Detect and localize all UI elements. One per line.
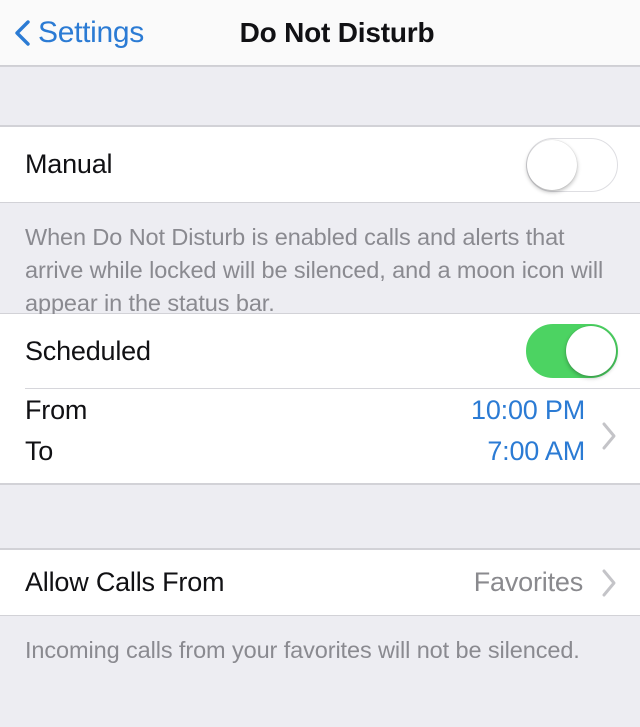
from-line: From 10:00 PM [25, 395, 585, 436]
scheduled-toggle[interactable] [526, 324, 618, 378]
from-value: 10:00 PM [471, 395, 585, 425]
schedule-group: Scheduled From 10:00 PM To 7:00 AM [0, 313, 640, 484]
allow-calls-footnote: Incoming calls from your favorites will … [0, 616, 640, 680]
section-gap-top [0, 66, 640, 126]
scheduled-row-label: Scheduled [25, 335, 151, 366]
navigation-bar: Settings Do Not Disturb [0, 0, 640, 66]
schedule-time-lines: From 10:00 PM To 7:00 AM [25, 395, 585, 477]
chevron-right-icon [602, 422, 616, 450]
do-not-disturb-settings-screen: Settings Do Not Disturb Manual When Do N… [0, 0, 640, 727]
back-button-label: Settings [38, 15, 144, 49]
manual-row[interactable]: Manual [0, 127, 640, 202]
manual-row-label: Manual [25, 149, 113, 179]
to-line: To 7:00 AM [25, 436, 585, 477]
allow-calls-from-value: Favorites [473, 567, 583, 597]
allow-calls-group: Allow Calls From Favorites [0, 549, 640, 616]
to-label: To [25, 436, 54, 466]
manual-toggle-knob [527, 139, 577, 190]
chevron-right-icon [602, 569, 616, 596]
allow-calls-from-row[interactable]: Allow Calls From Favorites [0, 550, 640, 615]
back-to-settings-button[interactable]: Settings [14, 0, 152, 65]
to-value: 7:00 AM [487, 436, 585, 466]
scheduled-row[interactable]: Scheduled [0, 314, 640, 388]
section-gap-middle [0, 484, 640, 549]
manual-footnote: When Do Not Disturb is enabled calls and… [0, 203, 640, 316]
schedule-time-row[interactable]: From 10:00 PM To 7:00 AM [0, 389, 640, 483]
manual-group: Manual [0, 126, 640, 203]
from-label: From [25, 395, 88, 425]
allow-calls-from-label: Allow Calls From [25, 567, 225, 597]
chevron-left-icon [15, 19, 30, 46]
scheduled-toggle-knob [566, 326, 616, 376]
manual-toggle[interactable] [526, 137, 618, 192]
